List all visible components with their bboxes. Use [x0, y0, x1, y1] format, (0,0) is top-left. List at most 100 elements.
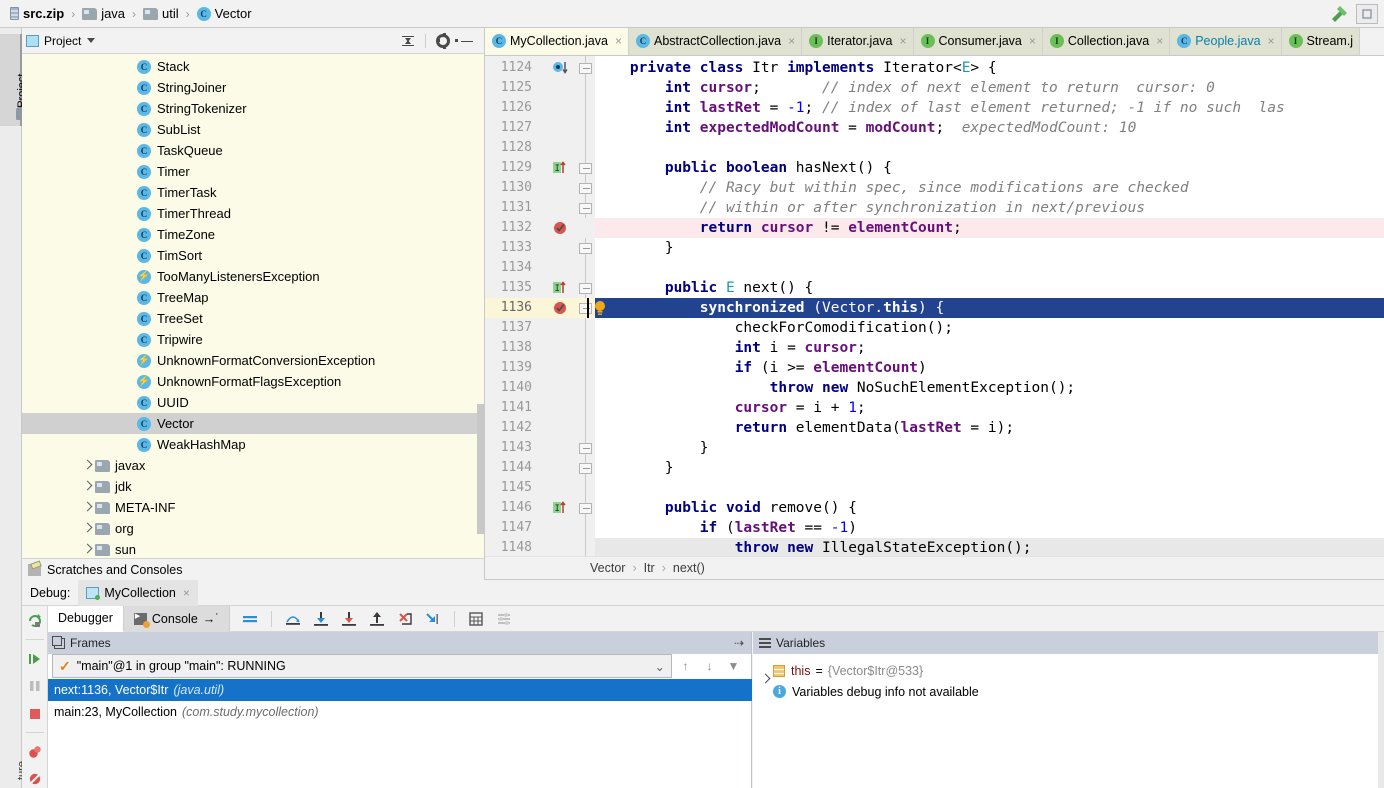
minimize-icon[interactable] — [460, 34, 474, 48]
hide-pane-icon[interactable]: ⇢ — [734, 636, 751, 650]
chevron-right-icon[interactable] — [81, 522, 94, 535]
sidebar-tab-structure[interactable]: ture — [0, 722, 22, 784]
tree-item-treemap[interactable]: CTreeMap — [22, 287, 484, 308]
close-icon[interactable]: × — [612, 34, 622, 48]
tree-item-tripwire[interactable]: CTripwire — [22, 329, 484, 350]
step-into-icon[interactable] — [311, 609, 331, 629]
tree-item-meta-inf[interactable]: META-INF — [22, 497, 484, 518]
editor-breadcrumb-item[interactable]: Itr — [644, 561, 655, 575]
gutter-line[interactable]: 1132 — [485, 218, 595, 238]
editor-tab-people-java[interactable]: CPeople.java× — [1170, 28, 1281, 55]
up-arrow-icon[interactable]: ↑ — [678, 657, 693, 675]
editor-breadcrumb-item[interactable]: next() — [673, 561, 705, 575]
gutter-line[interactable]: 1147 — [485, 518, 595, 538]
fold-toggle-icon[interactable] — [579, 283, 592, 294]
tree-item-timer[interactable]: CTimer — [22, 161, 484, 182]
gutter-line[interactable]: 1134 — [485, 258, 595, 278]
code-line[interactable]: } — [595, 438, 1384, 458]
maximize-window-button[interactable] — [1356, 4, 1378, 24]
evaluate-expression-icon[interactable] — [466, 609, 486, 629]
tree-item-treeset[interactable]: CTreeSet — [22, 308, 484, 329]
show-execution-point-icon[interactable] — [240, 609, 260, 629]
debug-config-tab[interactable]: MyCollection × — [78, 580, 198, 606]
code-line[interactable]: public boolean hasNext() { — [595, 158, 1384, 178]
gutter-line[interactable]: 1127 — [485, 118, 595, 138]
editor-tab-mycollection-java[interactable]: CMyCollection.java× — [485, 28, 629, 55]
rerun-icon[interactable] — [25, 612, 45, 629]
code-line[interactable]: int i = cursor; — [595, 338, 1384, 358]
fold-toggle-icon[interactable] — [579, 443, 592, 454]
frames-buttons[interactable]: ↑ ↓ ▼ — [678, 654, 741, 678]
debug-subtab-bar[interactable]: Debugger Console →˙ — [48, 606, 1384, 632]
tree-item-stack[interactable]: CStack — [22, 56, 484, 77]
breakpoint-verified-icon[interactable] — [553, 301, 567, 315]
implementing-method-icon[interactable]: I — [553, 281, 567, 295]
code-line[interactable]: public void remove() { — [595, 498, 1384, 518]
editor-tab-bar[interactable]: CMyCollection.java×CAbstractCollection.j… — [485, 28, 1384, 56]
filter-icon[interactable]: ▼ — [726, 657, 741, 675]
code-line[interactable]: if (i >= elementCount) — [595, 358, 1384, 378]
editor-gutter[interactable]: 112411251126112711281129I113011311132113… — [485, 56, 595, 556]
tree-item-timertask[interactable]: CTimerTask — [22, 182, 484, 203]
close-icon[interactable]: × — [1153, 34, 1163, 48]
tree-item-timerthread[interactable]: CTimerThread — [22, 203, 484, 224]
tree-item-sublist[interactable]: CSubList — [22, 119, 484, 140]
code-line[interactable]: } — [595, 458, 1384, 478]
tree-item-taskqueue[interactable]: CTaskQueue — [22, 140, 484, 161]
editor-tab-stream-j[interactable]: IStream.j — [1282, 28, 1361, 55]
code-line[interactable]: int expectedModCount = modCount; expecte… — [595, 118, 1384, 138]
tree-item-timezone[interactable]: CTimeZone — [22, 224, 484, 245]
editor-tab-collection-java[interactable]: ICollection.java× — [1043, 28, 1170, 55]
fold-toggle-icon[interactable] — [579, 183, 592, 194]
force-step-into-icon[interactable] — [339, 609, 359, 629]
editor-breadcrumb-item[interactable]: Vector — [590, 561, 625, 575]
editor-tab-consumer-java[interactable]: IConsumer.java× — [914, 28, 1043, 55]
resume-program-icon[interactable] — [25, 650, 45, 667]
code-line[interactable]: public E next() { — [595, 278, 1384, 298]
close-icon[interactable]: × — [1265, 34, 1275, 48]
gear-icon[interactable] — [436, 34, 450, 48]
run-to-cursor-icon[interactable] — [423, 609, 443, 629]
step-over-icon[interactable] — [283, 609, 303, 629]
view-breakpoints-icon[interactable] — [25, 743, 45, 760]
debug-side-toolbar[interactable] — [22, 606, 48, 788]
code-line[interactable]: private class Itr implements Iterator<E>… — [595, 58, 1384, 78]
scratches-and-consoles-node[interactable]: Scratches and Consoles — [22, 558, 484, 580]
tree-item-stringjoiner[interactable]: CStringJoiner — [22, 77, 484, 98]
gutter-line[interactable]: 1137 — [485, 318, 595, 338]
variables-scrollbar[interactable] — [1378, 632, 1384, 788]
tree-item-unknownformatflagsexception[interactable]: UnknownFormatFlagsException — [22, 371, 484, 392]
gutter-line[interactable]: 1141 — [485, 398, 595, 418]
gutter-line[interactable]: 1129I — [485, 158, 595, 178]
code-editor[interactable]: 112411251126112711281129I113011311132113… — [485, 56, 1384, 556]
tree-item-weakhashmap[interactable]: CWeakHashMap — [22, 434, 484, 455]
hammer-icon[interactable] — [1328, 3, 1350, 25]
fold-toggle-icon[interactable] — [579, 163, 592, 174]
close-icon[interactable]: × — [785, 34, 795, 48]
chevron-down-icon[interactable]: ⌄ — [655, 659, 665, 674]
gutter-line[interactable]: 1144 — [485, 458, 595, 478]
gutter-line[interactable]: 1130 — [485, 178, 595, 198]
breadcrumb-item-java[interactable]: java — [80, 0, 127, 28]
tree-item-org[interactable]: org — [22, 518, 484, 539]
overridden-method-icon[interactable] — [553, 61, 569, 75]
tree-item-javax[interactable]: javax — [22, 455, 484, 476]
mute-breakpoints-icon[interactable] — [25, 771, 45, 788]
code-line[interactable]: int cursor; // index of next element to … — [595, 78, 1384, 98]
implementing-method-icon[interactable]: I — [553, 161, 567, 175]
intention-bulb-icon[interactable] — [593, 300, 607, 316]
code-line[interactable]: return elementData(lastRet = i); — [595, 418, 1384, 438]
gutter-line[interactable]: 1146I — [485, 498, 595, 518]
down-arrow-icon[interactable]: ↓ — [702, 657, 717, 675]
breakpoint-verified-icon[interactable] — [553, 221, 567, 235]
thread-selector[interactable]: ✓ "main"@1 in group "main": RUNNING ⌄ — [52, 654, 672, 678]
gutter-line[interactable]: 1143 — [485, 438, 595, 458]
code-line[interactable] — [595, 478, 1384, 498]
gutter-line[interactable]: 1124 — [485, 58, 595, 78]
project-tree[interactable]: CStackCStringJoinerCStringTokenizerCSubL… — [22, 54, 484, 558]
breadcrumb-item-util[interactable]: util — [141, 0, 181, 28]
editor-tab-iterator-java[interactable]: IIterator.java× — [802, 28, 913, 55]
tree-item-toomanylistenersexception[interactable]: TooManyListenersException — [22, 266, 484, 287]
debugger-actions-toolbar[interactable] — [230, 609, 514, 629]
gutter-line[interactable]: 1138 — [485, 338, 595, 358]
